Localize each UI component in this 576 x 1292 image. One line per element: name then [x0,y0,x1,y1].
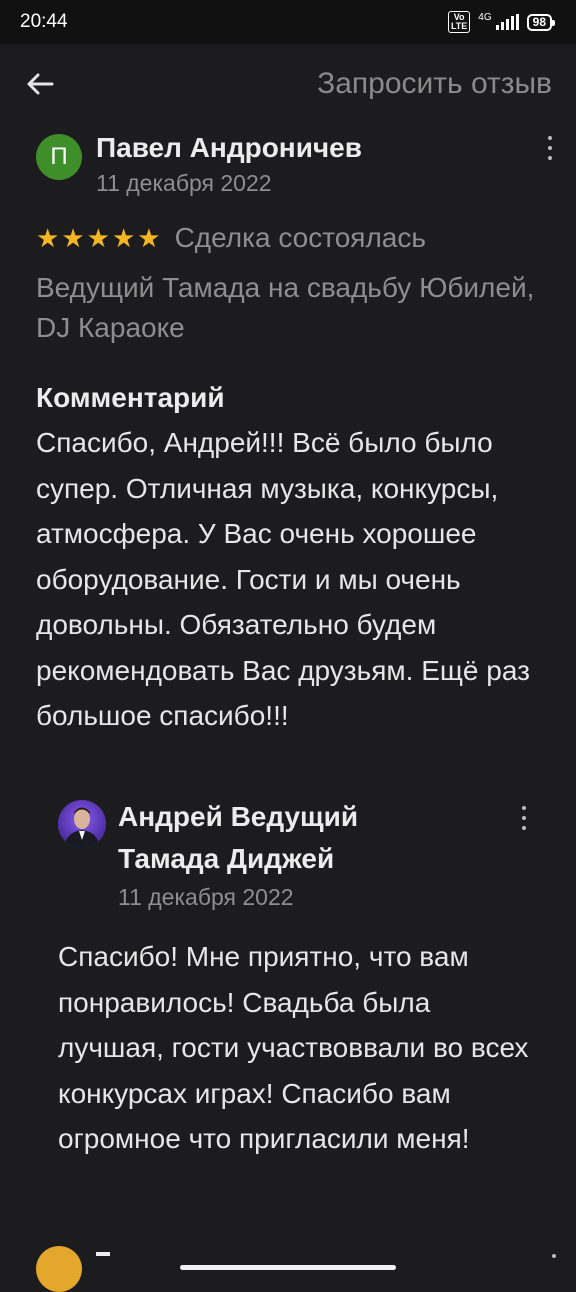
review-author-meta: Павел Андроничев 11 декабря 2022 [96,128,362,198]
comment-text: Спасибо, Андрей!!! Всё было было супер. … [36,427,530,731]
more-vert-icon[interactable] [540,136,560,160]
reply-author-row: Андрей Ведущий Тамада Диджей 11 декабря … [58,796,538,914]
review-date: 11 декабря 2022 [96,170,272,196]
status-time: 20:44 [20,11,68,32]
home-indicator[interactable] [180,1265,396,1270]
star-icon: ★ [86,223,110,253]
arrow-left-icon[interactable] [26,69,56,99]
star-icon: ★ [36,223,60,253]
star-icon: ★ [61,223,85,253]
reply-date: 11 декабря 2022 [118,884,294,910]
network-type: 4G [478,11,492,23]
star-icon: ★ [137,223,161,253]
service-name: Ведущий Тамада на свадьбу Юбилей, DJ Кар… [36,272,535,343]
star-icon: ★ [111,223,136,253]
status-bar: 20:44 Vo LTE 4G 98 [0,0,576,44]
battery-icon: 98 [526,13,556,31]
review-author-row: П Павел Андроничев 11 декабря 2022 [36,128,556,198]
reply-text: Спасибо! Мне приятно, что вам понравилос… [58,941,529,1154]
more-vert-icon[interactable] [552,1254,556,1258]
status-icons: Vo LTE 4G 98 [447,11,556,33]
app-bar: Запросить отзыв [0,44,576,124]
review-author-name[interactable]: Павел Андроничев [96,128,362,168]
reply-card: Андрей Ведущий Тамада Диджей 11 декабря … [58,796,538,1162]
avatar[interactable] [36,1246,82,1292]
review-card: П Павел Андроничев 11 декабря 2022 ★ ★ ★… [36,128,556,739]
request-review-button[interactable]: Запросить отзыв [317,67,552,101]
avatar[interactable] [58,800,106,848]
volte-icon: Vo LTE [447,11,471,33]
comment-heading: Комментарий [36,382,225,413]
signal-icon [495,14,519,30]
star-rating: ★ ★ ★ ★ ★ [36,225,161,251]
rating-row: ★ ★ ★ ★ ★ Сделка состоялась [36,218,556,258]
reply-author-meta: Андрей Ведущий Тамада Диджей 11 декабря … [118,796,458,914]
more-vert-icon[interactable] [514,806,534,830]
avatar[interactable]: П [36,134,82,180]
reply-author-name[interactable]: Андрей Ведущий Тамада Диджей [118,796,458,880]
next-review-author-stub [96,1252,110,1256]
deal-status: Сделка состоялась [174,222,426,253]
